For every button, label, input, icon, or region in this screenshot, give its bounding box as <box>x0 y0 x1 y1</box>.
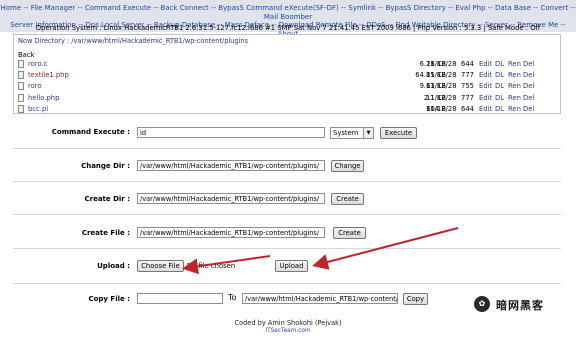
wechat-icon: ✿ <box>474 296 490 312</box>
arrow-to-choose-file <box>182 255 271 275</box>
watermark: ✿ 暗网黑客 <box>474 294 564 316</box>
footer-credit: Coded by Amin Shokohi (Pejvak) <box>234 319 342 327</box>
footer: Coded by Amin Shokohi (Pejvak) ITSecTeam… <box>0 317 576 337</box>
annotation-arrows <box>182 227 459 275</box>
arrow-to-upload <box>312 227 459 270</box>
watermark-text: 暗网黑客 <box>496 299 544 312</box>
footer-link[interactable]: ITSecTeam.com <box>0 328 576 334</box>
